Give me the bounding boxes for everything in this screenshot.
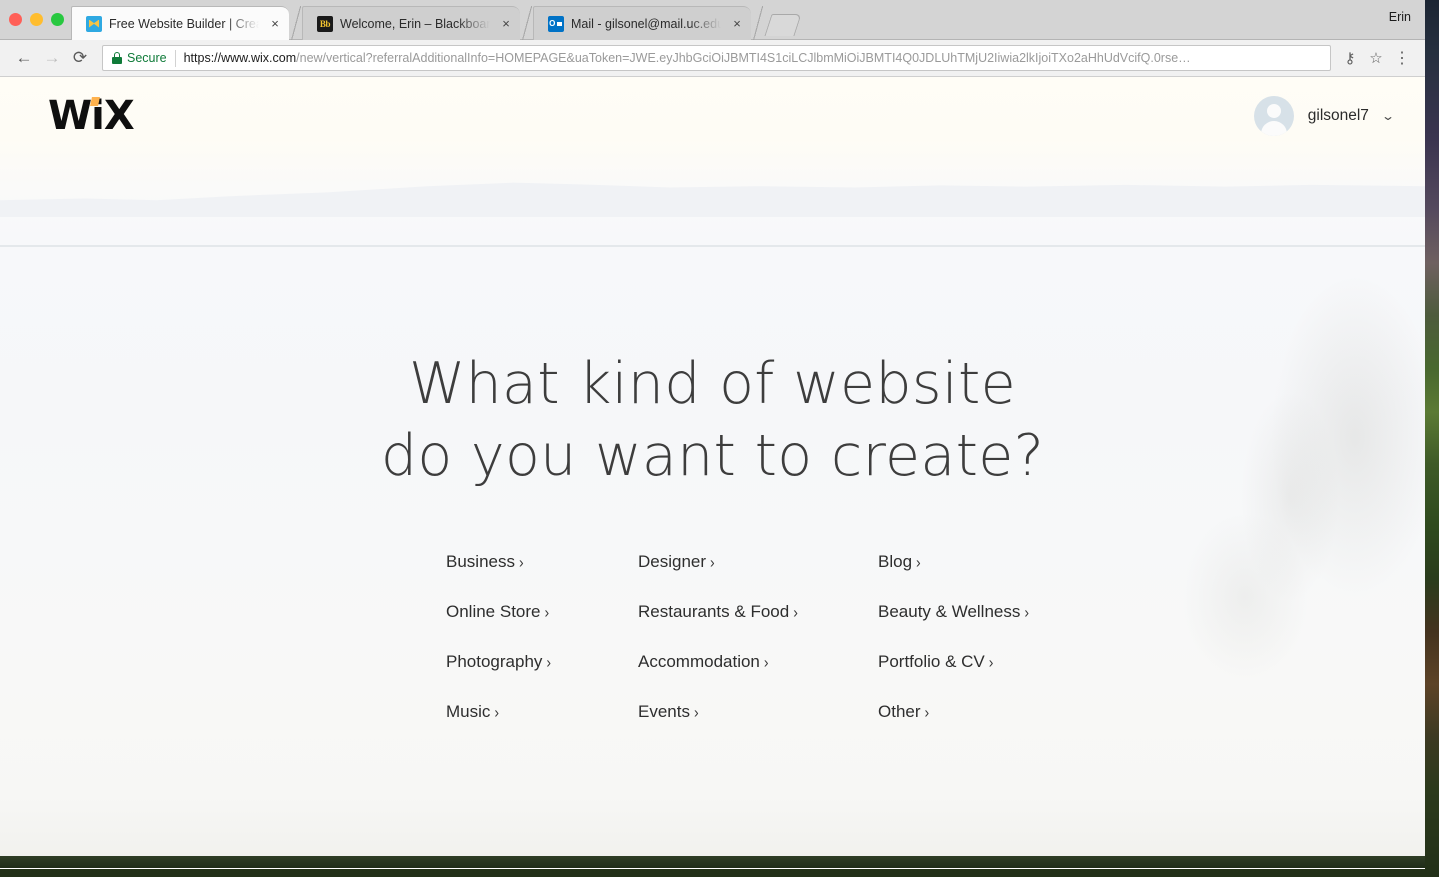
url-text: https://www.wix.com/new/vertical?referra… [184, 51, 1191, 65]
password-key-icon[interactable]: ⚷ [1337, 45, 1363, 71]
reload-icon[interactable]: ⟳ [66, 44, 94, 72]
chevron-right-icon: › [518, 552, 524, 572]
headline-line-2: do you want to create? [380, 422, 1045, 489]
page-bottom-foliage-strip [0, 856, 1425, 868]
category-label: Other [878, 702, 921, 721]
browser-tab-wix[interactable]: Free Website Builder | Create a × [71, 6, 289, 40]
category-label: Accommodation [638, 652, 760, 671]
wix-favicon-icon [86, 15, 102, 32]
category-label: Business [446, 552, 515, 571]
category-link[interactable]: Other › [878, 701, 1029, 723]
category-grid: Business › Designer › Blog › Online Store › Rest… [446, 551, 1029, 723]
close-tab-icon[interactable]: × [498, 16, 514, 32]
category-label: Designer [638, 552, 707, 571]
avatar [1253, 96, 1294, 136]
chrome-menu-icon[interactable]: ⋮ [1389, 45, 1415, 71]
chevron-right-icon: › [763, 652, 769, 672]
page-content: WiX gilsonel7 ⌄ What kind of website do … [0, 77, 1425, 868]
wix-logo[interactable]: WiX [48, 96, 135, 136]
forward-icon[interactable]: → [38, 44, 66, 72]
tab-strip: Free Website Builder | Create a × Bb Wel… [0, 0, 1425, 40]
tab-separator [520, 6, 534, 40]
site-header: WiX gilsonel7 ⌄ [0, 77, 1425, 155]
tab-separator [751, 6, 765, 40]
url-host: https://www.wix.com [183, 51, 297, 65]
browser-tab-blackboard[interactable]: Bb Welcome, Erin – Blackboard Le × [302, 6, 520, 40]
browser-tab-outlook-mail[interactable]: O Mail - gilsonel@mail.uc.edu × [533, 6, 751, 40]
category-label: Music [446, 702, 491, 721]
chevron-right-icon: › [494, 702, 500, 722]
chevron-right-icon: › [988, 652, 994, 672]
url-path: /new/vertical?referralAdditionalInfo=HOM… [296, 51, 1191, 65]
blackboard-favicon-icon: Bb [317, 15, 333, 32]
window-controls [9, 13, 64, 26]
page-title: What kind of website do you want to crea… [0, 349, 1425, 493]
tab-list: Free Website Builder | Create a × Bb Wel… [71, 6, 765, 40]
chevron-right-icon: › [693, 702, 699, 722]
chevron-right-icon: › [710, 552, 715, 572]
category-label: Photography [446, 652, 543, 671]
chevron-right-icon: › [546, 652, 552, 672]
new-tab-button[interactable] [764, 14, 802, 36]
account-menu[interactable]: gilsonel7 ⌄ [1253, 96, 1396, 136]
category-link[interactable]: Beauty & Wellness › [878, 601, 1029, 623]
category-label: Online Store [446, 602, 541, 621]
browser-window: Free Website Builder | Create a × Bb Wel… [0, 0, 1425, 869]
outlook-favicon-icon: O [548, 15, 564, 32]
browser-profile-label[interactable]: Erin [1389, 10, 1411, 24]
category-link[interactable]: Portfolio & CV › [878, 651, 1029, 673]
tab-title: Welcome, Erin – Blackboard Le [340, 16, 490, 31]
category-link[interactable]: Events › [638, 701, 878, 723]
category-label: Blog [878, 552, 913, 571]
category-label: Portfolio & CV [878, 652, 985, 671]
category-link[interactable]: Designer › [638, 551, 878, 573]
category-label: Restaurants & Food [638, 602, 790, 621]
bookmark-star-icon[interactable]: ☆ [1363, 45, 1389, 71]
browser-toolbar: ← → ⟳ Secure https://www.wix.com/new/ver… [0, 40, 1425, 77]
minimize-window-button[interactable] [30, 13, 43, 26]
category-link[interactable]: Music › [446, 701, 638, 723]
address-bar[interactable]: Secure https://www.wix.com/new/vertical?… [102, 45, 1331, 71]
lock-icon [112, 52, 122, 64]
close-tab-icon[interactable]: × [729, 16, 745, 32]
tab-separator [289, 6, 303, 40]
chevron-right-icon: › [793, 602, 798, 622]
category-link[interactable]: Photography › [446, 651, 638, 673]
account-name: gilsonel7 [1307, 107, 1369, 124]
back-icon[interactable]: ← [10, 44, 38, 72]
secure-label: Secure [127, 51, 167, 65]
category-link[interactable]: Accommodation › [638, 651, 878, 673]
tab-title: Mail - gilsonel@mail.uc.edu [571, 16, 721, 31]
omnibox-divider [174, 49, 176, 67]
category-label: Events [638, 702, 690, 721]
zoom-window-button[interactable] [51, 13, 64, 26]
category-link[interactable]: Blog › [878, 551, 1029, 573]
category-link[interactable]: Business › [446, 551, 638, 573]
category-link[interactable]: Online Store › [446, 601, 638, 623]
category-link[interactable]: Restaurants & Food › [638, 601, 878, 623]
category-label: Beauty & Wellness [878, 602, 1021, 621]
tab-title: Free Website Builder | Create a [109, 16, 259, 31]
chevron-right-icon: › [924, 702, 930, 722]
close-tab-icon[interactable]: × [267, 16, 283, 32]
chevron-right-icon: › [916, 552, 921, 572]
chevron-down-icon: ⌄ [1380, 109, 1396, 123]
chevron-right-icon: › [1024, 602, 1030, 622]
chevron-right-icon: › [544, 602, 550, 622]
headline-line-1: What kind of website [408, 351, 1017, 417]
close-window-button[interactable] [9, 13, 22, 26]
